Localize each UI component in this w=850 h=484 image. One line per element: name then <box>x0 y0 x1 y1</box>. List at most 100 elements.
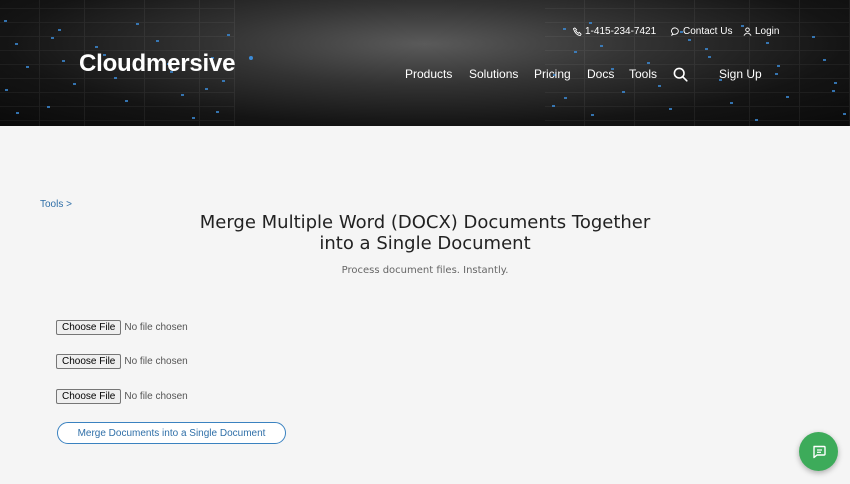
rack-line <box>145 22 199 23</box>
page-title-line2: into a Single Document <box>319 233 531 254</box>
rack-line <box>40 36 84 37</box>
rack-line <box>545 120 584 121</box>
choose-file-button[interactable]: Choose File <box>56 353 122 369</box>
breadcrumb-tools[interactable]: Tools > <box>40 199 72 210</box>
rack-line <box>40 92 84 93</box>
rack-line <box>545 106 584 107</box>
rack-line <box>200 8 234 9</box>
rack-line <box>545 64 584 65</box>
rack-led <box>227 34 230 36</box>
server-rack <box>0 0 40 126</box>
search-icon[interactable] <box>673 67 688 82</box>
page-subtitle: Process document files. Instantly. <box>341 265 509 276</box>
rack-line <box>695 22 749 23</box>
chat-widget-button[interactable] <box>799 432 838 471</box>
rack-line <box>695 8 749 9</box>
chat-icon <box>812 445 826 458</box>
rack-led <box>222 80 225 82</box>
page-title-line1: Merge Multiple Word (DOCX) Documents Tog… <box>199 212 651 233</box>
login-link[interactable]: Login <box>743 26 779 37</box>
rack-line <box>145 106 199 107</box>
rack-line <box>545 8 584 9</box>
page-title: Merge Multiple Word (DOCX) Documents Tog… <box>150 212 700 254</box>
rack-line <box>750 92 799 93</box>
contact-link[interactable]: Contact Us <box>671 26 732 37</box>
rack-led <box>766 42 769 44</box>
rack-line <box>585 8 634 9</box>
rack-line <box>145 8 199 9</box>
rack-line <box>585 92 634 93</box>
nav-products[interactable]: Products <box>405 67 452 81</box>
rack-led <box>192 117 195 119</box>
rack-line <box>695 120 749 121</box>
rack-line <box>200 78 234 79</box>
rack-led <box>812 36 815 38</box>
choose-file-button[interactable]: Choose File <box>56 319 122 335</box>
rack-line <box>40 78 84 79</box>
rack-led <box>658 85 661 87</box>
file-status: No file chosen <box>124 355 188 367</box>
rack-line <box>85 106 144 107</box>
nav-signup[interactable]: Sign Up <box>719 67 762 81</box>
rack-line <box>635 8 694 9</box>
rack-led <box>786 96 789 98</box>
rack-led <box>730 102 733 104</box>
rack-line <box>200 92 234 93</box>
rack-led <box>823 59 826 61</box>
rack-led <box>4 20 7 22</box>
rack-line <box>635 120 694 121</box>
rack-line <box>585 120 634 121</box>
rack-line <box>695 50 749 51</box>
rack-led <box>834 82 837 84</box>
rack-line <box>0 64 39 65</box>
rack-line <box>85 36 144 37</box>
rack-line <box>40 22 84 23</box>
nav-tools[interactable]: Tools <box>629 67 657 81</box>
brand-logo[interactable]: Cloudmersive <box>79 50 236 78</box>
rack-line <box>635 64 694 65</box>
rack-line <box>85 92 144 93</box>
nav-pricing[interactable]: Pricing <box>534 67 571 81</box>
phone-number: 1-415-234-7421 <box>585 26 657 37</box>
rack-line <box>145 78 199 79</box>
rack-led <box>832 90 835 92</box>
rack-led <box>705 48 708 50</box>
rack-line <box>40 64 84 65</box>
rack-line <box>145 36 199 37</box>
rack-led <box>563 28 566 30</box>
server-rack <box>800 0 850 126</box>
header-hero: Cloudmersive 1-415-234-7421 Contact Us L… <box>0 0 850 126</box>
file-input-3[interactable]: Choose File No file chosen <box>56 388 188 404</box>
phone-icon <box>573 27 582 36</box>
rack-line <box>0 106 39 107</box>
rack-line <box>0 8 39 9</box>
rack-line <box>635 22 694 23</box>
phone-link[interactable]: 1-415-234-7421 <box>573 26 656 37</box>
rack-line <box>40 8 84 9</box>
rack-line <box>40 120 84 121</box>
nav-solutions[interactable]: Solutions <box>469 67 518 81</box>
rack-led <box>16 112 19 114</box>
choose-file-button[interactable]: Choose File <box>56 388 122 404</box>
rack-led <box>755 119 758 121</box>
rack-line <box>200 106 234 107</box>
rack-led <box>62 60 65 62</box>
nav-docs[interactable]: Docs <box>587 67 614 81</box>
file-input-1[interactable]: Choose File No file chosen <box>56 319 188 335</box>
rack-led <box>73 83 76 85</box>
rack-line <box>0 92 39 93</box>
file-input-2[interactable]: Choose File No file chosen <box>56 353 188 369</box>
rack-led <box>777 65 780 67</box>
rack-led <box>600 45 603 47</box>
rack-led <box>591 114 594 116</box>
merge-documents-button[interactable]: Merge Documents into a Single Document <box>57 422 286 444</box>
rack-line <box>545 92 584 93</box>
rack-line <box>145 120 199 121</box>
rack-line <box>800 120 849 121</box>
rack-line <box>800 36 849 37</box>
server-rack <box>545 0 585 126</box>
login-label: Login <box>755 26 780 37</box>
rack-led <box>47 106 50 108</box>
server-rack <box>695 0 750 126</box>
logo-dot <box>249 56 253 60</box>
